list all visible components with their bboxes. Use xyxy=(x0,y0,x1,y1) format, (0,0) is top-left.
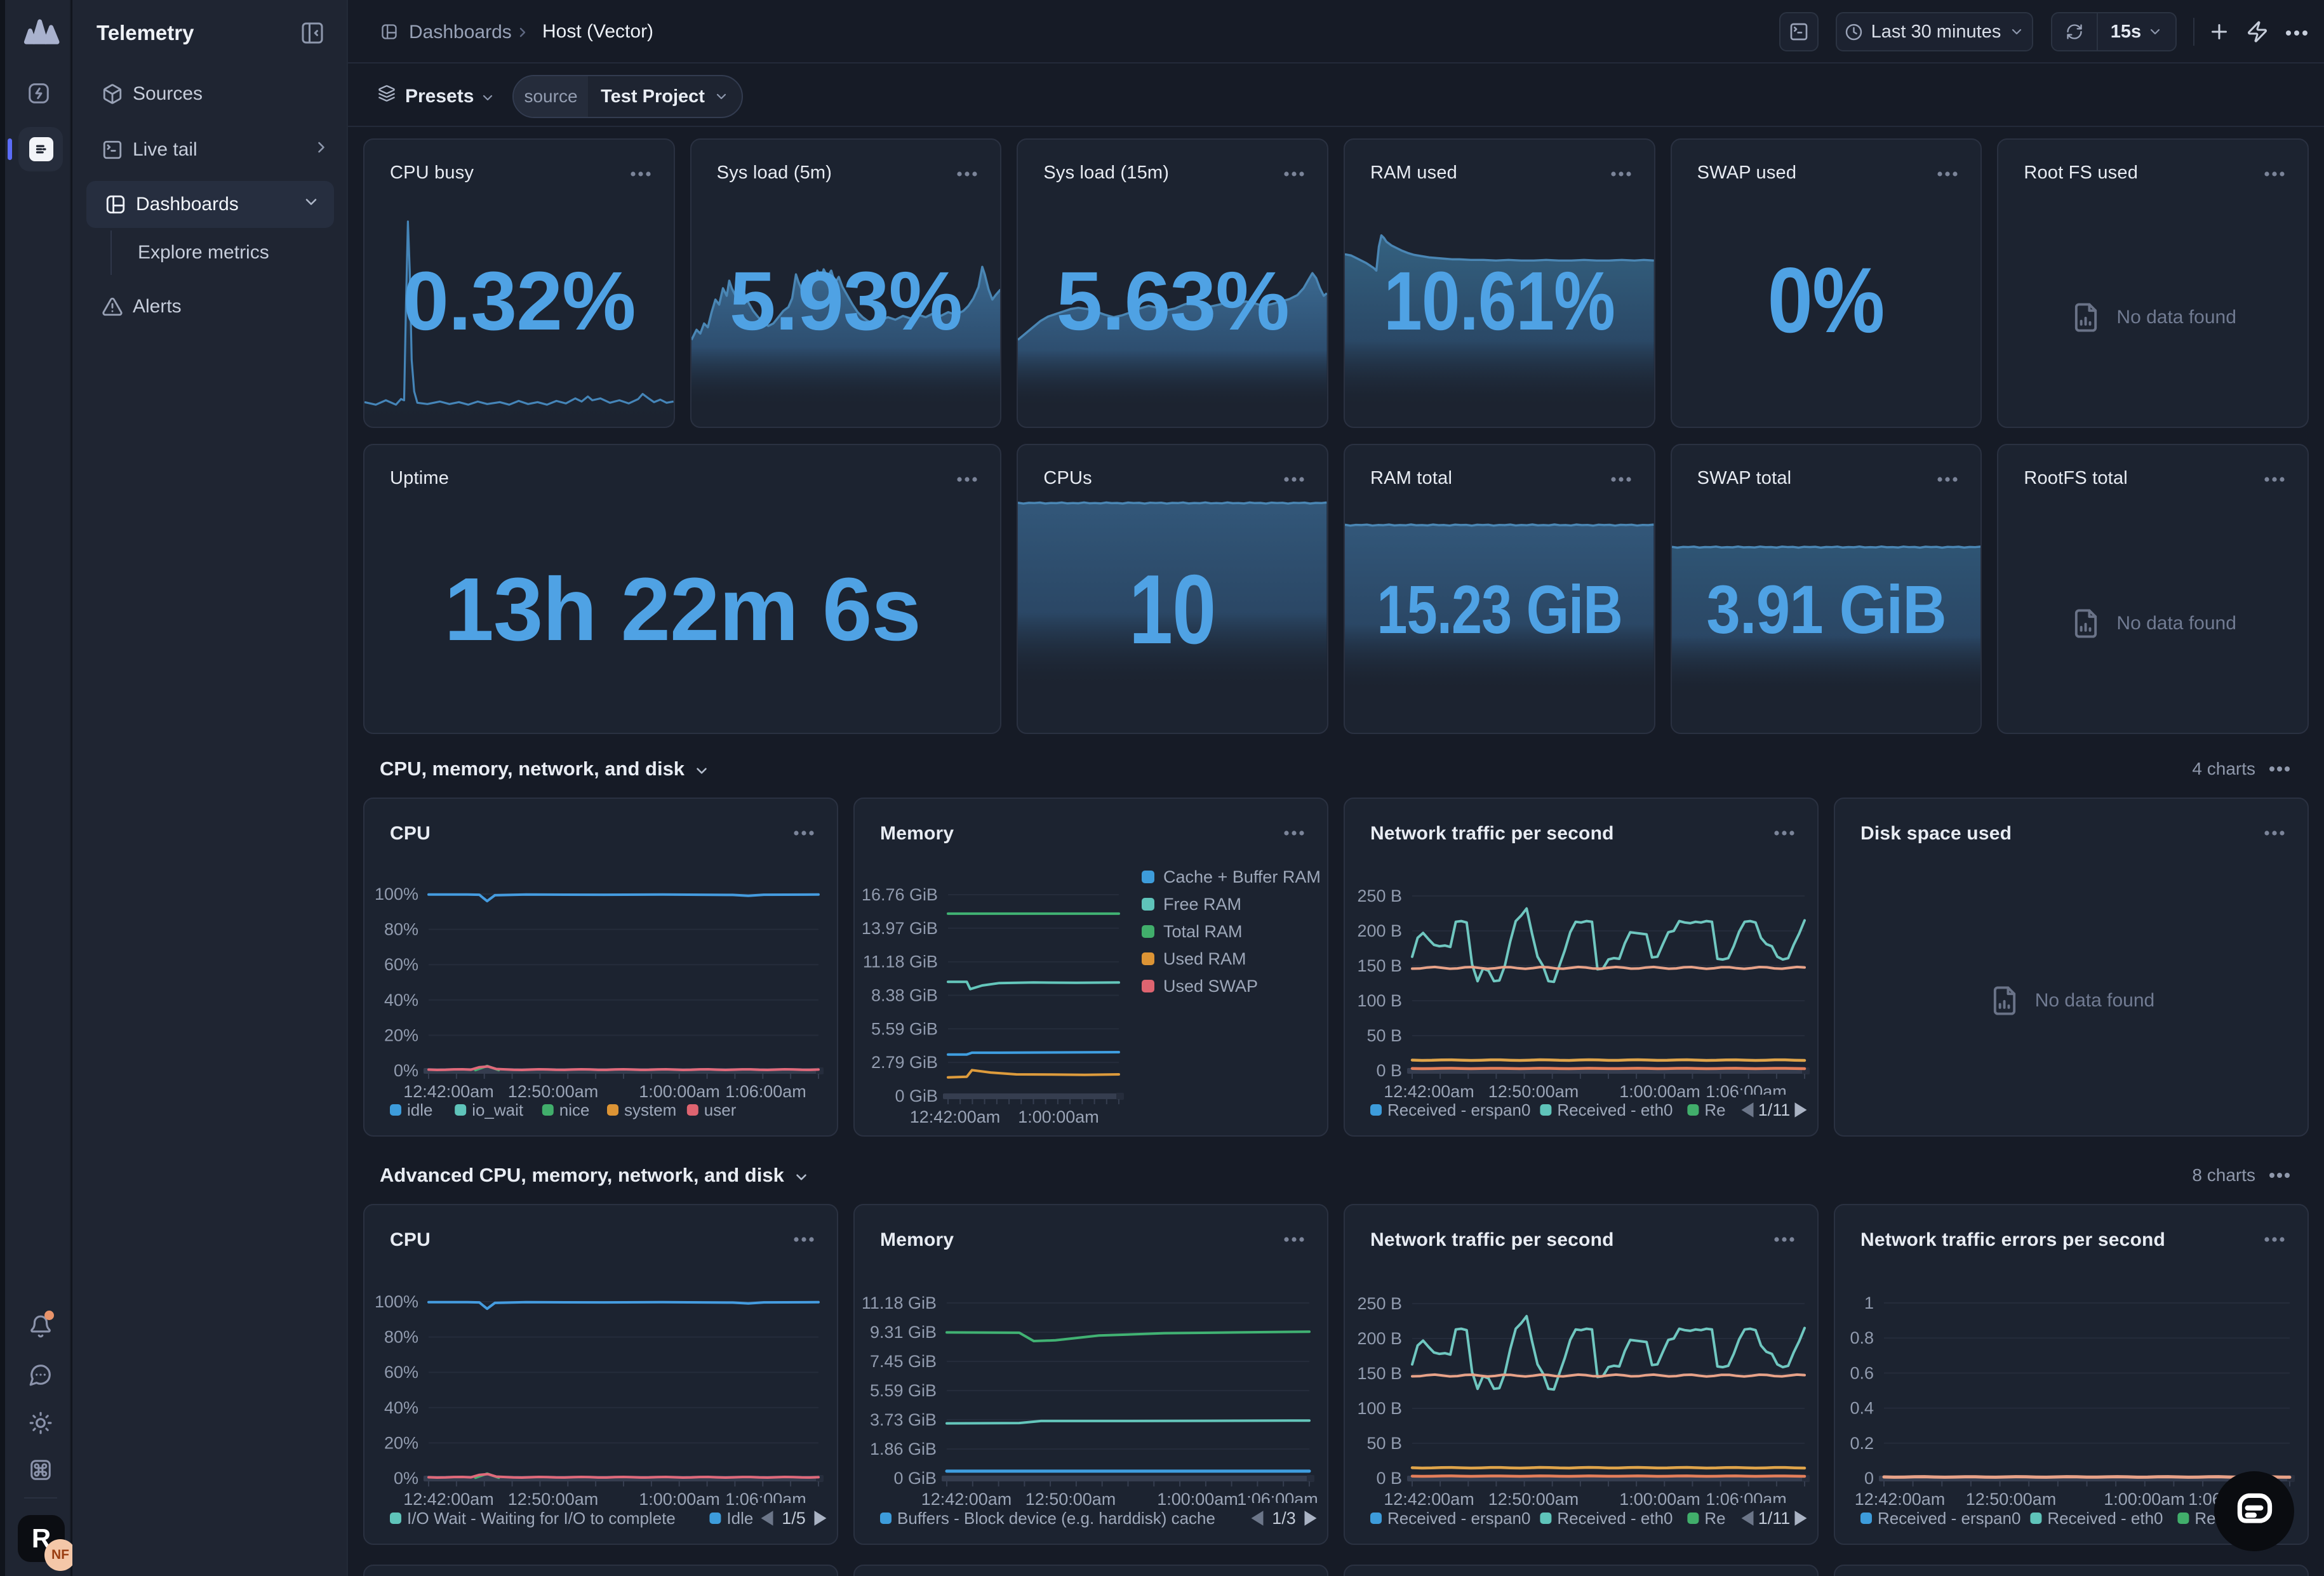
svg-text:1:00:00am: 1:00:00am xyxy=(1018,1107,1099,1126)
svg-text:Free RAM: Free RAM xyxy=(1163,895,1241,914)
svg-text:2.79 GiB: 2.79 GiB xyxy=(871,1053,938,1072)
svg-text:9.31 GiB: 9.31 GiB xyxy=(870,1323,937,1342)
svg-text:Idle: Idle xyxy=(726,1509,753,1528)
svg-text:12:42:00am: 12:42:00am xyxy=(1384,1082,1474,1101)
svg-text:12:42:00am: 12:42:00am xyxy=(403,1082,494,1101)
svg-text:Total RAM: Total RAM xyxy=(1163,922,1243,941)
svg-text:11.18 GiB: 11.18 GiB xyxy=(862,1293,937,1312)
svg-text:Used SWAP: Used SWAP xyxy=(1163,977,1258,996)
svg-text:12:50:00am: 12:50:00am xyxy=(1966,1490,2057,1509)
svg-text:150 B: 150 B xyxy=(1357,1364,1402,1383)
svg-text:1:00:00am: 1:00:00am xyxy=(1619,1490,1700,1509)
svg-text:0%: 0% xyxy=(394,1061,418,1080)
svg-text:12:50:00am: 12:50:00am xyxy=(1488,1082,1579,1101)
svg-text:Buffers - Block device (e.g. h: Buffers - Block device (e.g. harddisk) c… xyxy=(897,1509,1215,1528)
svg-text:Received - erspan0: Received - erspan0 xyxy=(1387,1509,1530,1528)
svg-text:system: system xyxy=(624,1100,676,1119)
svg-text:0 B: 0 B xyxy=(1376,1061,1402,1080)
svg-text:1/11: 1/11 xyxy=(1758,1100,1791,1119)
svg-text:50 B: 50 B xyxy=(1366,1434,1402,1453)
svg-text:100%: 100% xyxy=(375,1292,418,1311)
svg-text:60%: 60% xyxy=(384,1363,418,1382)
svg-text:Used RAM: Used RAM xyxy=(1163,949,1246,968)
svg-text:idle: idle xyxy=(407,1100,432,1119)
svg-text:200 B: 200 B xyxy=(1357,921,1402,940)
svg-text:Received - erspan0: Received - erspan0 xyxy=(1387,1100,1530,1119)
svg-text:100%: 100% xyxy=(375,885,418,904)
svg-text:Re: Re xyxy=(1704,1100,1725,1119)
svg-text:5.59 GiB: 5.59 GiB xyxy=(870,1381,937,1400)
svg-text:Received - eth0: Received - eth0 xyxy=(1557,1100,1673,1119)
svg-text:7.45 GiB: 7.45 GiB xyxy=(870,1352,937,1371)
svg-text:1/5: 1/5 xyxy=(782,1509,806,1528)
svg-text:0: 0 xyxy=(1864,1469,1874,1488)
svg-text:200 B: 200 B xyxy=(1357,1329,1402,1348)
svg-text:80%: 80% xyxy=(384,1328,418,1347)
svg-text:20%: 20% xyxy=(384,1025,418,1045)
svg-text:12:50:00am: 12:50:00am xyxy=(1025,1490,1116,1509)
svg-text:0.2: 0.2 xyxy=(1850,1434,1874,1453)
svg-text:io_wait: io_wait xyxy=(472,1100,524,1119)
svg-text:Re: Re xyxy=(2194,1509,2215,1528)
svg-text:16.76 GiB: 16.76 GiB xyxy=(862,885,938,904)
svg-text:Cache + Buffer RAM: Cache + Buffer RAM xyxy=(1163,867,1321,886)
svg-text:40%: 40% xyxy=(384,1398,418,1417)
svg-text:0.8: 0.8 xyxy=(1850,1328,1874,1347)
svg-text:Received - erspan0: Received - erspan0 xyxy=(1878,1509,2020,1528)
svg-text:I/O Wait - Waiting for I/O to: I/O Wait - Waiting for I/O to complete xyxy=(407,1509,676,1528)
svg-text:nice: nice xyxy=(559,1100,590,1119)
svg-text:20%: 20% xyxy=(384,1433,418,1452)
svg-text:12:50:00am: 12:50:00am xyxy=(1488,1490,1579,1509)
svg-text:12:50:00am: 12:50:00am xyxy=(508,1082,599,1101)
svg-text:12:42:00am: 12:42:00am xyxy=(1384,1490,1474,1509)
svg-text:8.38 GiB: 8.38 GiB xyxy=(871,986,938,1005)
svg-text:Received - eth0: Received - eth0 xyxy=(2047,1509,2163,1528)
svg-text:1:00:00am: 1:00:00am xyxy=(1619,1082,1700,1101)
svg-text:3.73 GiB: 3.73 GiB xyxy=(870,1410,937,1429)
svg-text:0%: 0% xyxy=(394,1469,418,1488)
svg-text:0 GiB: 0 GiB xyxy=(895,1086,938,1105)
svg-text:80%: 80% xyxy=(384,920,418,939)
svg-text:250 B: 250 B xyxy=(1357,886,1402,905)
svg-text:Received - eth0: Received - eth0 xyxy=(1557,1509,1673,1528)
svg-text:1:00:00am: 1:00:00am xyxy=(1157,1490,1238,1509)
svg-text:1:00:00am: 1:00:00am xyxy=(639,1082,720,1101)
svg-text:Re: Re xyxy=(1704,1509,1725,1528)
svg-text:1/3: 1/3 xyxy=(1272,1509,1296,1528)
svg-text:12:42:00am: 12:42:00am xyxy=(910,1107,1001,1126)
svg-text:1:00:00am: 1:00:00am xyxy=(639,1490,720,1509)
svg-text:12:50:00am: 12:50:00am xyxy=(508,1490,599,1509)
svg-text:12:42:00am: 12:42:00am xyxy=(921,1490,1012,1509)
svg-text:12:42:00am: 12:42:00am xyxy=(1855,1490,1946,1509)
svg-text:1:00:00am: 1:00:00am xyxy=(2104,1490,2185,1509)
svg-text:250 B: 250 B xyxy=(1357,1294,1402,1313)
svg-text:5.59 GiB: 5.59 GiB xyxy=(871,1019,938,1038)
svg-text:60%: 60% xyxy=(384,955,418,974)
svg-text:50 B: 50 B xyxy=(1366,1026,1402,1045)
svg-text:1:06:00am: 1:06:00am xyxy=(725,1082,806,1101)
svg-text:100 B: 100 B xyxy=(1357,991,1402,1010)
svg-text:13.97 GiB: 13.97 GiB xyxy=(862,919,938,938)
svg-text:1/11: 1/11 xyxy=(1758,1509,1791,1528)
svg-text:0 GiB: 0 GiB xyxy=(893,1469,937,1488)
svg-text:11.18 GiB: 11.18 GiB xyxy=(863,952,938,972)
svg-text:0.4: 0.4 xyxy=(1850,1399,1874,1418)
svg-text:0 B: 0 B xyxy=(1376,1469,1402,1488)
svg-text:12:42:00am: 12:42:00am xyxy=(403,1490,494,1509)
svg-text:user: user xyxy=(704,1100,737,1119)
svg-text:100 B: 100 B xyxy=(1357,1399,1402,1418)
svg-text:40%: 40% xyxy=(384,991,418,1010)
svg-text:1: 1 xyxy=(1864,1293,1874,1312)
svg-text:0.6: 0.6 xyxy=(1850,1363,1874,1382)
svg-text:150 B: 150 B xyxy=(1357,956,1402,975)
svg-text:1.86 GiB: 1.86 GiB xyxy=(870,1439,937,1459)
